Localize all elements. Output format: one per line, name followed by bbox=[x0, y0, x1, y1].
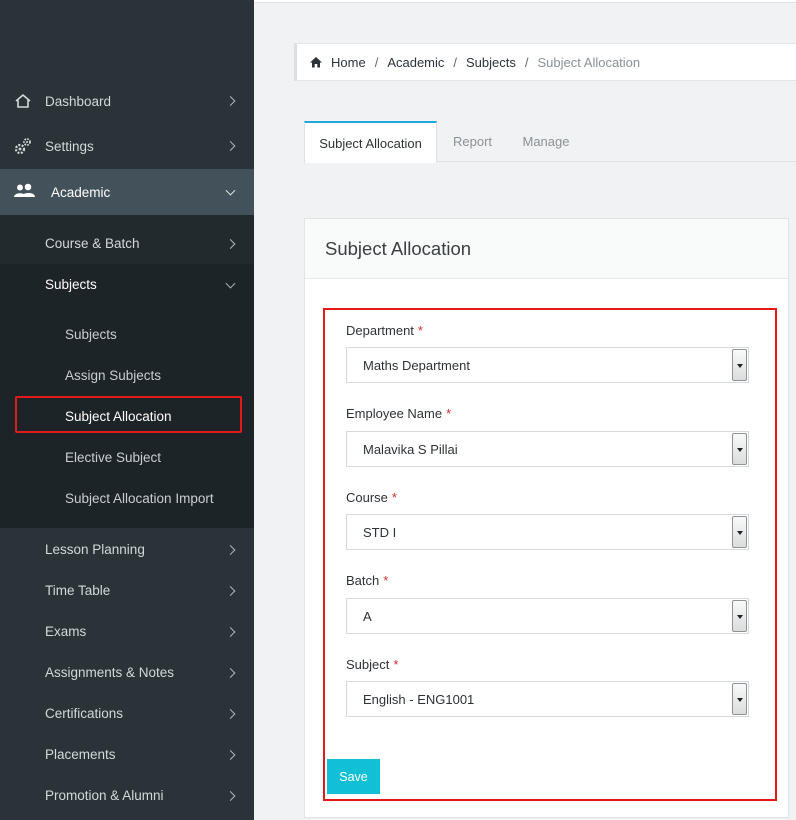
breadcrumb: Home / Academic / Subjects / Subject All… bbox=[294, 43, 796, 81]
chevron-right-icon bbox=[225, 585, 236, 596]
sidebar-item-label: Assign Subjects bbox=[65, 368, 162, 383]
department-value: Maths Department bbox=[363, 357, 470, 373]
subject-label-text: Subject bbox=[346, 657, 390, 672]
sidebar-item-label: Exams bbox=[45, 624, 87, 639]
breadcrumb-separator: / bbox=[524, 54, 529, 70]
sidebar-item-label: Elective Subject bbox=[65, 450, 162, 465]
chevron-down-icon bbox=[225, 278, 236, 289]
sidebar-item-label: Time Table bbox=[45, 583, 111, 598]
chevron-right-icon bbox=[225, 790, 236, 801]
department-select[interactable]: Maths Department bbox=[346, 347, 749, 383]
tab-manage[interactable]: Manage bbox=[510, 121, 582, 162]
sidebar-item-exams[interactable]: Exams bbox=[0, 611, 254, 652]
gears-icon bbox=[13, 137, 33, 155]
sidebar: Dashboard Settings Academic Course & Bat… bbox=[0, 0, 254, 820]
breadcrumb-separator: / bbox=[374, 54, 379, 70]
batch-select[interactable]: A bbox=[346, 598, 749, 634]
sidebar-item-dashboard[interactable]: Dashboard bbox=[0, 79, 254, 123]
sidebar-item-label: Lesson Planning bbox=[45, 542, 145, 557]
sidebar-item-elective-subject[interactable]: Elective Subject bbox=[0, 437, 254, 478]
department-label: Department * bbox=[346, 323, 423, 338]
required-mark: * bbox=[446, 406, 452, 421]
chevron-right-icon bbox=[225, 96, 236, 106]
required-mark: * bbox=[391, 490, 397, 505]
chevron-right-icon bbox=[225, 708, 236, 719]
employee-value: Malavika S Pillai bbox=[363, 441, 458, 457]
tab-bar: Subject Allocation Report Manage bbox=[304, 121, 796, 163]
breadcrumb-academic[interactable]: Academic bbox=[387, 55, 444, 70]
employee-select[interactable]: Malavika S Pillai bbox=[346, 431, 749, 467]
sidebar-item-label: Promotion & Alumni bbox=[45, 788, 164, 803]
panel-title: Subject Allocation bbox=[305, 219, 788, 279]
sidebar-item-promotion-alumni[interactable]: Promotion & Alumni bbox=[0, 775, 254, 816]
sidebar-item-label: Dashboard bbox=[45, 93, 112, 109]
course-label-text: Course bbox=[346, 490, 388, 505]
allocation-form: Department * Maths Department Employee Na… bbox=[323, 308, 777, 801]
required-mark: * bbox=[417, 323, 423, 338]
sidebar-item-label: Subjects bbox=[45, 277, 97, 292]
department-label-text: Department bbox=[346, 323, 414, 338]
required-mark: * bbox=[383, 573, 389, 588]
course-select[interactable]: STD I bbox=[346, 514, 749, 550]
breadcrumb-current: Subject Allocation bbox=[537, 54, 641, 70]
sidebar-item-label: Course & Batch bbox=[45, 236, 140, 251]
required-mark: * bbox=[393, 657, 399, 672]
employee-label: Employee Name * bbox=[346, 406, 451, 421]
sidebar-item-settings[interactable]: Settings bbox=[0, 124, 254, 168]
sidebar-item-assign-subjects[interactable]: Assign Subjects bbox=[0, 355, 254, 396]
sidebar-item-label: Academic bbox=[51, 184, 111, 200]
subject-value: English - ENG1001 bbox=[363, 691, 475, 707]
main-content: Home / Academic / Subjects / Subject All… bbox=[254, 0, 796, 820]
sidebar-item-lesson-planning[interactable]: Lesson Planning bbox=[0, 529, 254, 570]
breadcrumb-subjects[interactable]: Subjects bbox=[466, 55, 516, 70]
course-value: STD I bbox=[363, 524, 397, 540]
sidebar-item-label: Certifications bbox=[45, 706, 124, 721]
sidebar-item-subject-allocation-import[interactable]: Subject Allocation Import bbox=[0, 478, 254, 519]
breadcrumb-home[interactable]: Home bbox=[331, 55, 366, 70]
subject-select[interactable]: English - ENG1001 bbox=[346, 681, 749, 717]
batch-label-text: Batch bbox=[346, 573, 380, 588]
sidebar-item-label: Settings bbox=[45, 138, 94, 154]
chevron-right-icon bbox=[225, 544, 236, 555]
chevron-right-icon bbox=[225, 749, 236, 760]
top-bar bbox=[254, 0, 796, 3]
users-icon bbox=[13, 183, 37, 201]
sidebar-item-label: Subject Allocation Import bbox=[65, 491, 214, 506]
home-icon bbox=[13, 92, 33, 110]
sidebar-item-certifications[interactable]: Certifications bbox=[0, 693, 254, 734]
tab-subject-allocation[interactable]: Subject Allocation bbox=[304, 121, 437, 163]
sidebar-item-subjects-list[interactable]: Subjects bbox=[0, 314, 254, 355]
employee-label-text: Employee Name bbox=[346, 406, 443, 421]
chevron-right-icon bbox=[225, 626, 236, 637]
chevron-right-icon bbox=[225, 238, 236, 249]
course-label: Course * bbox=[346, 490, 397, 505]
breadcrumb-separator: / bbox=[453, 54, 458, 70]
subject-label: Subject * bbox=[346, 657, 398, 672]
chevron-right-icon bbox=[225, 141, 236, 151]
chevron-down-icon bbox=[225, 185, 236, 196]
batch-value: A bbox=[363, 608, 372, 624]
tab-report[interactable]: Report bbox=[441, 121, 504, 162]
dropdown-arrow-icon[interactable] bbox=[732, 433, 747, 465]
sidebar-item-subjects[interactable]: Subjects bbox=[0, 264, 254, 305]
sidebar-item-time-table[interactable]: Time Table bbox=[0, 570, 254, 611]
highlight-annotation bbox=[15, 396, 242, 433]
dropdown-arrow-icon[interactable] bbox=[732, 349, 747, 381]
sidebar-item-academic[interactable]: Academic bbox=[0, 169, 254, 215]
sidebar-item-placements[interactable]: Placements bbox=[0, 734, 254, 775]
sidebar-item-label: Assignments & Notes bbox=[45, 665, 175, 680]
sidebar-item-label: Subjects bbox=[65, 327, 117, 342]
batch-label: Batch * bbox=[346, 573, 388, 588]
subject-allocation-panel: Subject Allocation Department * Maths Dep… bbox=[304, 218, 789, 818]
sidebar-item-label: Placements bbox=[45, 747, 116, 762]
sidebar-item-assignments-notes[interactable]: Assignments & Notes bbox=[0, 652, 254, 693]
chevron-right-icon bbox=[225, 667, 236, 678]
dropdown-arrow-icon[interactable] bbox=[732, 683, 747, 715]
sidebar-item-course-batch[interactable]: Course & Batch bbox=[0, 223, 254, 264]
dropdown-arrow-icon[interactable] bbox=[732, 516, 747, 548]
save-button[interactable]: Save bbox=[327, 759, 380, 794]
dropdown-arrow-icon[interactable] bbox=[732, 600, 747, 632]
home-icon bbox=[309, 56, 323, 68]
